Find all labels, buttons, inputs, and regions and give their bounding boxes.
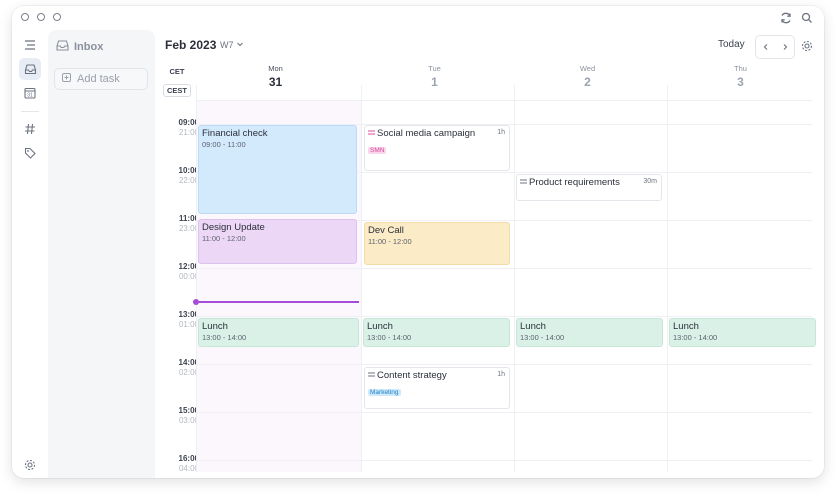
task-lines-icon <box>368 370 375 381</box>
task-content-strategy[interactable]: Content strategy 1h Marketing <box>364 367 510 409</box>
inbox-header: Inbox <box>56 40 103 54</box>
window-close-button[interactable] <box>21 13 29 21</box>
event-lunch-mon[interactable]: Lunch 13:00 - 14:00 <box>198 318 359 347</box>
day-header-tue[interactable]: Tue 1 <box>358 64 511 89</box>
month-title: Feb 2023 <box>165 38 217 52</box>
inbox-nav-icon[interactable] <box>19 58 41 80</box>
chevron-right-icon <box>783 44 787 50</box>
task-product-requirements[interactable]: Product requirements 30m <box>516 174 662 201</box>
task-lines-icon <box>368 128 375 139</box>
settings-gear-icon[interactable] <box>19 454 41 476</box>
channels-hash-icon[interactable] <box>19 118 41 140</box>
sidebar-rail: 31 <box>12 30 48 478</box>
event-design-update[interactable]: Design Update 11:00 - 12:00 <box>198 219 357 264</box>
chevron-down-icon <box>236 40 244 50</box>
task-duration: 30m <box>643 178 657 185</box>
current-time-dot <box>193 299 199 305</box>
time-label: 16:00 04:00 <box>178 454 199 473</box>
event-lunch-thu[interactable]: Lunch 13:00 - 14:00 <box>669 318 816 347</box>
week-nav <box>755 35 795 59</box>
task-duration: 1h <box>497 371 505 378</box>
week-label: W7 <box>220 40 234 50</box>
window-maximize-button[interactable] <box>53 13 61 21</box>
timezone-primary: CET <box>169 67 185 76</box>
sync-icon[interactable] <box>779 11 793 25</box>
menu-toggle-icon[interactable] <box>19 34 41 56</box>
task-lines-icon <box>520 177 527 188</box>
day-header-mon[interactable]: Mon 31 <box>199 64 352 89</box>
time-label: 11:00 23:00 <box>178 214 199 233</box>
search-icon[interactable] <box>800 11 814 25</box>
time-label: 15:00 03:00 <box>178 406 199 425</box>
day-header-thu[interactable]: Thu 3 <box>664 64 817 89</box>
day-header-wed[interactable]: Wed 2 <box>511 64 664 89</box>
tag-badge: SMN <box>368 147 387 154</box>
time-label: 10:00 22:00 <box>178 166 199 185</box>
event-lunch-tue[interactable]: Lunch 13:00 - 14:00 <box>363 318 510 347</box>
timezone-secondary[interactable]: CEST <box>163 84 191 97</box>
event-lunch-wed[interactable]: Lunch 13:00 - 14:00 <box>516 318 663 347</box>
title-bar <box>12 6 824 30</box>
inbox-icon <box>56 40 69 54</box>
task-title: Product requirements <box>529 177 620 188</box>
calendar-settings-icon[interactable] <box>801 39 813 57</box>
time-label: 13:00 01:00 <box>178 310 199 329</box>
task-social-media-campaign[interactable]: Social media campaign 1h SMN <box>364 125 510 171</box>
prev-week-button[interactable] <box>756 36 775 58</box>
time-label: 14:00 02:00 <box>178 358 199 377</box>
tag-badge: Marketing <box>368 389 401 396</box>
today-button[interactable]: Today <box>718 39 745 50</box>
calendar-nav-icon[interactable]: 31 <box>19 82 41 104</box>
add-task-button[interactable]: Add task <box>54 68 148 90</box>
time-label: 12:00 00:00 <box>178 262 199 281</box>
event-dev-call[interactable]: Dev Call 11:00 - 12:00 <box>364 222 510 265</box>
current-time-line <box>196 301 359 303</box>
week-selector[interactable]: W7 <box>220 40 244 50</box>
calendar-header: Feb 2023 W7 Today <box>165 35 824 60</box>
time-label: 09:00 21:00 <box>178 118 199 137</box>
inbox-panel: Inbox Add task <box>48 30 155 478</box>
plus-square-icon <box>62 73 71 85</box>
task-title: Social media campaign <box>377 128 476 139</box>
add-task-label: Add task <box>77 73 120 85</box>
window-minimize-button[interactable] <box>37 13 45 21</box>
next-week-button[interactable] <box>775 36 794 58</box>
chevron-left-icon <box>763 44 767 50</box>
svg-text:31: 31 <box>27 93 33 99</box>
event-financial-check[interactable]: Financial check 09:00 - 11:00 <box>198 125 357 214</box>
inbox-title: Inbox <box>74 41 104 53</box>
task-title: Content strategy <box>377 370 447 381</box>
tags-icon[interactable] <box>19 142 41 164</box>
task-duration: 1h <box>497 129 505 136</box>
